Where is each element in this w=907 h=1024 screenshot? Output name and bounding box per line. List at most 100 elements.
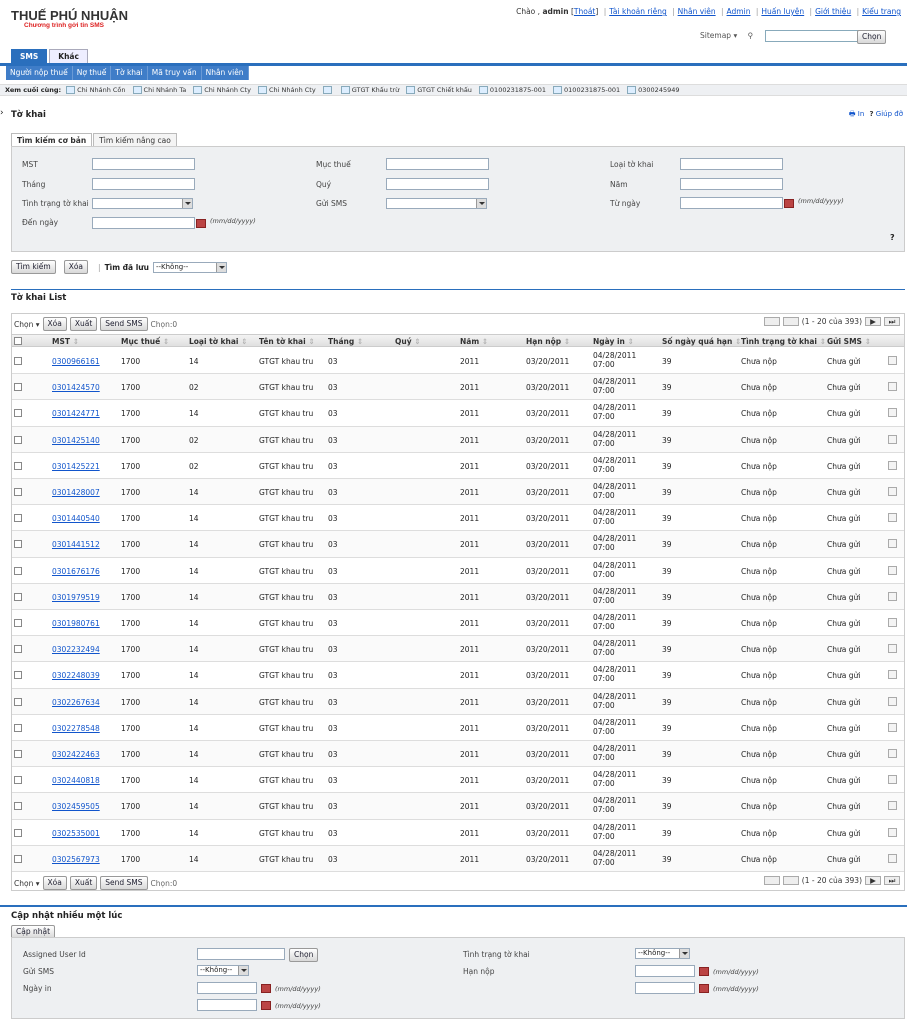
cell-mst[interactable]: 0301979519 <box>52 593 100 602</box>
recent-item[interactable]: GTGT Khấu trừ <box>340 86 399 94</box>
edit-icon[interactable] <box>888 749 897 758</box>
cell-mst[interactable]: 0300966161 <box>52 357 100 366</box>
cell-mst[interactable]: 0301440540 <box>52 514 100 523</box>
tax-item-input[interactable] <box>386 158 489 170</box>
calendar-icon[interactable] <box>261 984 271 993</box>
row-checkbox[interactable] <box>14 645 22 654</box>
from-date-input[interactable] <box>680 197 783 209</box>
edit-icon[interactable] <box>888 696 897 706</box>
row-checkbox[interactable] <box>14 435 22 444</box>
col-mst[interactable]: MST ⇕ <box>52 337 79 346</box>
col-status[interactable]: Tình trạng tờ khai ⇕ <box>741 337 826 346</box>
row-checkbox[interactable] <box>14 723 22 732</box>
first-page-button[interactable] <box>763 876 780 885</box>
col-month[interactable]: Tháng ⇕ <box>328 337 363 346</box>
select-menu[interactable]: Chọn ▾ <box>14 879 40 888</box>
search-submit-button[interactable]: Tìm kiếm <box>11 260 56 274</box>
recent-item[interactable]: Chi Nhánh Cty <box>257 86 316 94</box>
assigned-user-input[interactable] <box>197 948 285 960</box>
calendar-icon[interactable] <box>699 984 709 993</box>
status-update-select[interactable]: --Không-- <box>635 948 690 959</box>
row-checkbox[interactable] <box>14 802 22 811</box>
edit-icon[interactable] <box>888 722 897 732</box>
edit-icon[interactable] <box>888 408 897 418</box>
cell-mst[interactable]: 0301425221 <box>52 462 100 471</box>
last-page-button[interactable]: ⏭ <box>884 876 900 885</box>
row-checkbox[interactable] <box>14 383 22 392</box>
send-sms-button[interactable]: Send SMS <box>100 317 148 331</box>
due-date-from-input[interactable] <box>635 965 695 977</box>
employees-link[interactable]: Nhân viên <box>678 7 716 16</box>
edit-icon[interactable] <box>888 565 897 575</box>
training-link[interactable]: Huấn luyện <box>761 7 804 16</box>
edit-icon[interactable] <box>888 513 897 523</box>
prev-page-button[interactable] <box>782 876 799 885</box>
cell-mst[interactable]: 0302440818 <box>52 776 100 785</box>
edit-icon[interactable] <box>888 618 897 627</box>
logout-link[interactable]: Thoát <box>574 7 595 16</box>
print-date-from-input[interactable] <box>197 982 257 994</box>
first-page-button[interactable] <box>763 317 780 326</box>
calendar-icon[interactable] <box>699 967 709 976</box>
edit-icon[interactable] <box>888 460 897 470</box>
sms-select[interactable] <box>386 198 487 209</box>
menu-tax-debt[interactable]: Nợ thuế <box>73 66 112 80</box>
calendar-icon[interactable] <box>784 199 794 208</box>
sms-update-select[interactable]: --Không-- <box>197 965 249 976</box>
row-checkbox[interactable] <box>14 619 22 627</box>
menu-employee[interactable]: Nhân viên <box>202 66 249 80</box>
year-input[interactable] <box>680 178 783 190</box>
select-menu[interactable]: Chọn ▾ <box>14 320 40 329</box>
delete-button[interactable]: Xóa <box>42 876 67 890</box>
print-link[interactable]: In <box>858 110 865 118</box>
export-button[interactable]: Xuất <box>69 317 98 331</box>
cell-mst[interactable]: 0301428007 <box>52 488 100 497</box>
send-sms-button[interactable]: Send SMS <box>100 876 148 890</box>
theme-link[interactable]: Kiểu trang <box>862 7 901 16</box>
cell-mst[interactable]: 0302232494 <box>52 645 100 654</box>
calendar-icon[interactable] <box>261 1001 271 1010</box>
edit-icon[interactable] <box>888 853 897 863</box>
month-input[interactable] <box>92 178 195 190</box>
last-page-button[interactable]: ⏭ <box>884 317 900 326</box>
cell-mst[interactable]: 0301676176 <box>52 567 100 576</box>
row-checkbox[interactable] <box>14 357 22 365</box>
calendar-icon[interactable] <box>196 219 206 228</box>
menu-declaration[interactable]: Tờ khai <box>111 66 148 80</box>
col-print-date[interactable]: Ngày in ⇕ <box>593 337 634 346</box>
row-checkbox[interactable] <box>14 776 22 785</box>
next-page-button[interactable]: ▶ <box>865 876 881 885</box>
cell-mst[interactable]: 0302459505 <box>52 802 100 811</box>
edit-icon[interactable] <box>888 827 897 837</box>
row-checkbox[interactable] <box>14 854 22 863</box>
collapse-icon[interactable]: › <box>0 108 4 118</box>
delete-button[interactable]: Xóa <box>42 317 67 331</box>
declaration-type-input[interactable] <box>680 158 783 170</box>
export-button[interactable]: Xuất <box>69 876 98 890</box>
account-link[interactable]: Tài khoản riêng <box>609 7 666 16</box>
col-declaration-type[interactable]: Loại tờ khai ⇕ <box>189 337 247 346</box>
menu-query-code[interactable]: Mã truy vấn <box>148 66 202 80</box>
row-checkbox[interactable] <box>14 514 22 523</box>
choose-user-button[interactable]: Chọn <box>289 948 319 962</box>
cell-mst[interactable]: 0302248039 <box>52 671 100 680</box>
row-checkbox[interactable] <box>14 540 22 549</box>
print-icon[interactable]: 🖶 <box>849 110 856 118</box>
row-checkbox[interactable] <box>14 461 22 470</box>
mst-input[interactable] <box>92 158 195 170</box>
sitemap-menu[interactable]: Sitemap ▾ ⚲ <box>700 31 753 40</box>
recent-item[interactable] <box>322 86 334 94</box>
tab-advanced-search[interactable]: Tìm kiếm nâng cao <box>93 133 177 147</box>
edit-icon[interactable] <box>888 670 897 680</box>
help-link[interactable]: Giúp đỡ <box>876 110 903 118</box>
edit-icon[interactable] <box>888 591 897 601</box>
cell-mst[interactable]: 0302278548 <box>52 724 100 733</box>
col-overdue-days[interactable]: Số ngày quá hạn ⇕ <box>662 337 741 346</box>
row-checkbox[interactable] <box>14 488 22 496</box>
cell-mst[interactable]: 0301425140 <box>52 436 100 445</box>
recent-item[interactable]: Chi Nhánh Cty <box>193 86 251 94</box>
col-sms[interactable]: Gửi SMS ⇕ <box>827 337 871 346</box>
recent-item[interactable]: 0300245949 <box>627 86 680 94</box>
prev-page-button[interactable] <box>782 317 799 326</box>
col-year[interactable]: Năm ⇕ <box>460 337 488 346</box>
